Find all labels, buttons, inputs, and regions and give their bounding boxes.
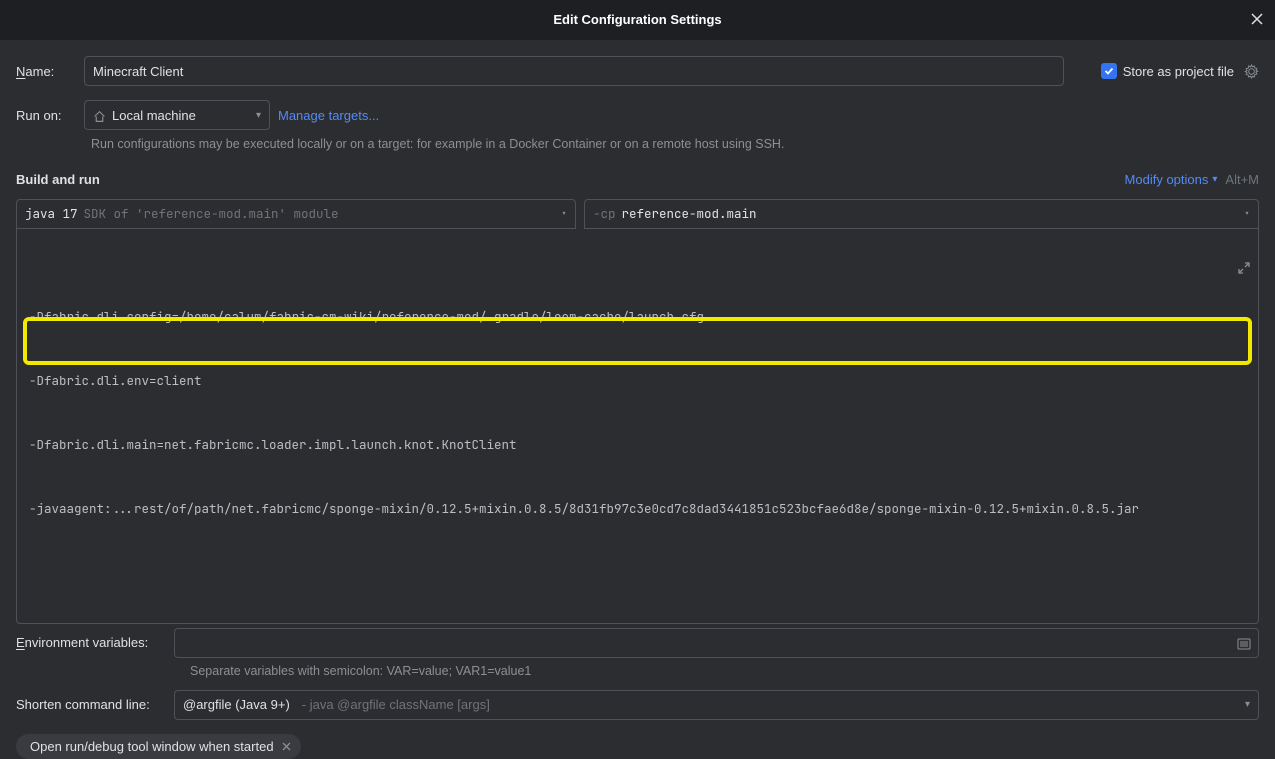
home-icon xyxy=(93,107,106,122)
store-project-file[interactable]: Store as project file xyxy=(1101,63,1259,79)
chevron-down-icon: ▾ xyxy=(256,110,261,121)
vmarg-line: -Dfabric.dli.config=/home/calum/fabric-c… xyxy=(29,306,1246,327)
chip-label: Open run/debug tool window when started xyxy=(30,739,274,754)
shorten-hint: - java @argfile className [args] xyxy=(302,697,490,712)
name-label: Name: xyxy=(16,64,76,79)
chevron-down-icon: ▾ xyxy=(1212,174,1217,185)
runon-select[interactable]: Local machine ▾ xyxy=(84,100,270,130)
runon-value: Local machine xyxy=(112,108,196,123)
sdk-name: java 17 xyxy=(25,205,78,222)
titlebar: Edit Configuration Settings xyxy=(0,0,1275,40)
envvar-input[interactable] xyxy=(174,628,1259,658)
store-project-label: Store as project file xyxy=(1123,64,1234,79)
runon-hint: Run configurations may be executed local… xyxy=(91,136,1259,154)
shorten-label: Shorten command line: xyxy=(16,697,174,712)
option-chip-open-tool-window[interactable]: Open run/debug tool window when started xyxy=(16,734,301,759)
runon-label: Run on: xyxy=(16,108,76,123)
store-project-checkbox[interactable] xyxy=(1101,63,1117,79)
name-input[interactable] xyxy=(84,56,1064,86)
build-run-title: Build and run xyxy=(16,172,100,187)
vmarg-line: -Dfabric.dli.env=client xyxy=(29,370,1246,391)
gear-icon[interactable] xyxy=(1244,63,1259,79)
modify-options-link[interactable]: Modify options ▾ xyxy=(1125,172,1218,187)
dialog-title: Edit Configuration Settings xyxy=(553,12,721,27)
modify-shortcut: Alt+M xyxy=(1225,172,1259,187)
close-button[interactable] xyxy=(1251,10,1263,28)
vm-arguments-textarea[interactable]: -Dfabric.dli.config=/home/calum/fabric-c… xyxy=(16,229,1259,624)
chevron-down-icon: ▾ xyxy=(1244,207,1250,220)
manage-targets-link[interactable]: Manage targets... xyxy=(278,108,379,123)
envvar-hint: Separate variables with semicolon: VAR=v… xyxy=(190,664,1259,678)
sdk-select[interactable]: java 17 SDK of 'reference-mod.main' modu… xyxy=(16,199,576,229)
vmarg-line: -Dfabric.dli.main=net.fabricmc.loader.im… xyxy=(29,434,1246,455)
list-icon[interactable] xyxy=(1237,635,1251,651)
expand-icon[interactable] xyxy=(1195,237,1250,298)
module-name: reference-mod.main xyxy=(622,205,757,222)
module-select[interactable]: -cp reference-mod.main ▾ xyxy=(584,199,1259,229)
shorten-select[interactable]: @argfile (Java 9+) - java @argfile class… xyxy=(174,690,1259,720)
envvar-label: Environment variables: xyxy=(16,635,174,650)
module-cp-prefix: -cp xyxy=(593,205,616,222)
close-icon xyxy=(1251,13,1263,25)
shorten-value: @argfile (Java 9+) xyxy=(183,697,290,712)
chevron-down-icon: ▾ xyxy=(561,207,567,220)
check-icon xyxy=(1104,66,1114,76)
vmarg-line: -javaagent:...rest/of/path/net.fabricmc/… xyxy=(29,498,1246,519)
chip-remove-icon[interactable] xyxy=(282,739,291,753)
chevron-down-icon: ▾ xyxy=(1245,699,1250,710)
sdk-desc: SDK of 'reference-mod.main' module xyxy=(84,205,339,222)
